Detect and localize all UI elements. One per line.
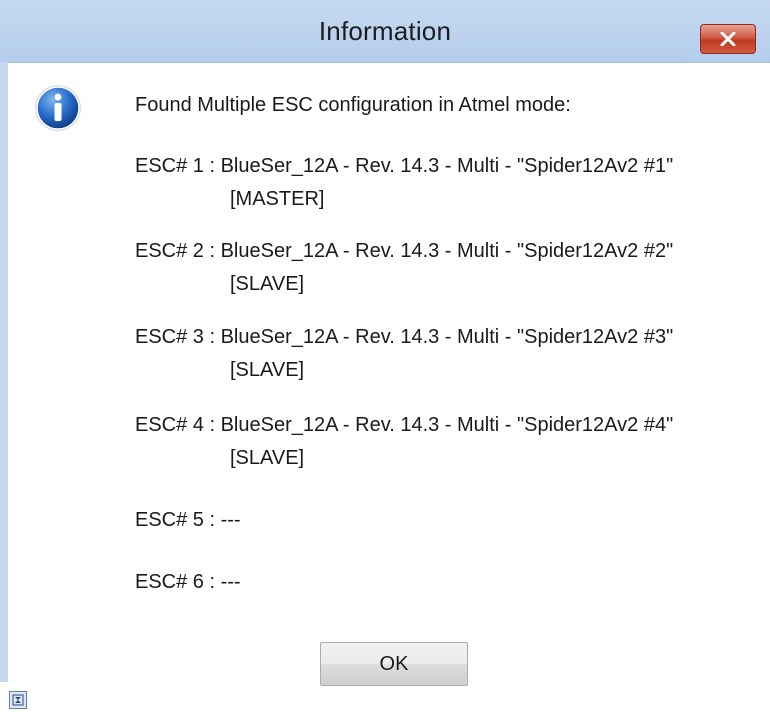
close-icon (720, 32, 736, 46)
title-bar[interactable]: Information (0, 0, 770, 63)
ok-button[interactable]: OK (320, 642, 468, 686)
esc-role-3: [SLAVE] (230, 359, 305, 381)
esc-role-4: [SLAVE] (230, 447, 305, 469)
esc-line-5: ESC# 5 : --- (135, 509, 241, 531)
esc-line-1: ESC# 1 : BlueSer_12A - Rev. 14.3 - Multi… (135, 155, 674, 177)
esc-line-6: ESC# 6 : --- (135, 571, 241, 593)
dialog-title: Information (318, 16, 452, 46)
information-dialog: Information Found Multiple ESC configura… (0, 0, 770, 721)
information-icon (35, 85, 81, 131)
esc-line-3: ESC# 3 : BlueSer_12A - Rev. 14.3 - Multi… (135, 326, 674, 348)
esc-role-1: [MASTER] (230, 188, 325, 210)
window-frame-left (0, 62, 8, 682)
hourglass-icon[interactable] (9, 691, 27, 709)
esc-line-4: ESC# 4 : BlueSer_12A - Rev. 14.3 - Multi… (135, 414, 674, 436)
hourglass-glyph (12, 694, 24, 706)
close-button[interactable] (700, 24, 756, 54)
esc-role-2: [SLAVE] (230, 273, 305, 295)
message-heading: Found Multiple ESC configuration in Atme… (135, 94, 571, 116)
esc-line-2: ESC# 2 : BlueSer_12A - Rev. 14.3 - Multi… (135, 240, 674, 262)
